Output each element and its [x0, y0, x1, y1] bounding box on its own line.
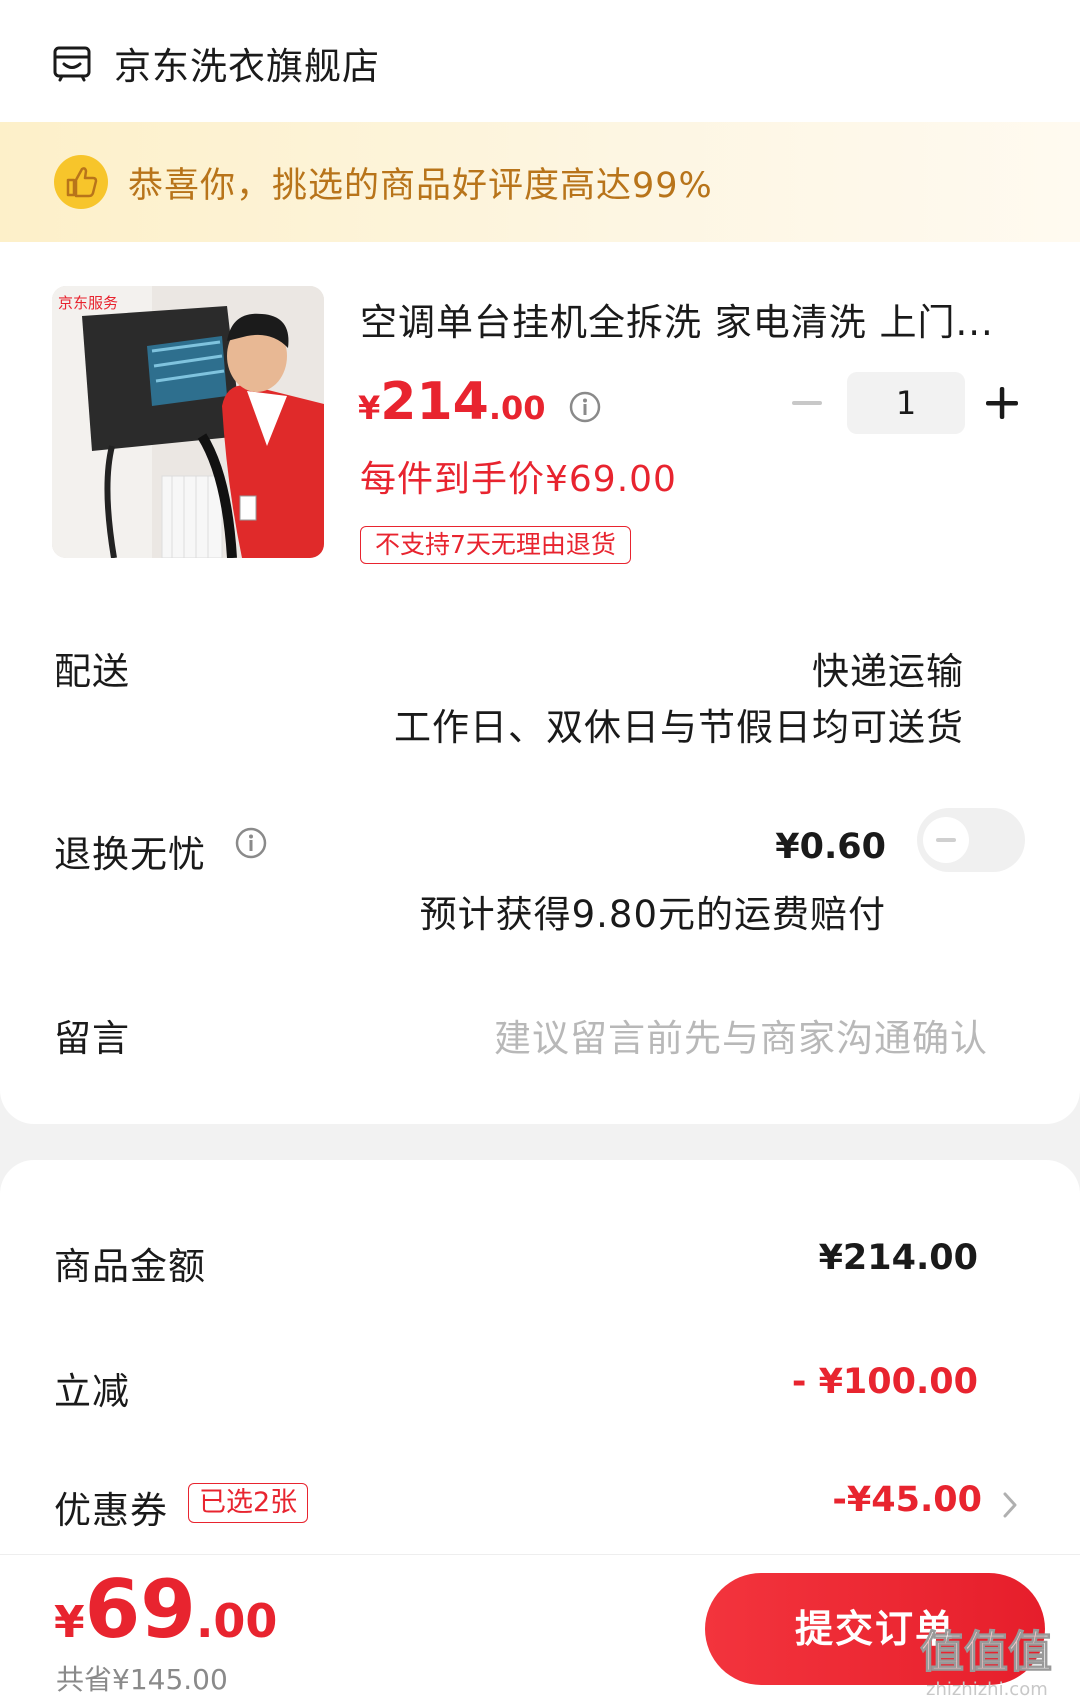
coupon-value[interactable]: -¥45.00 [832, 1480, 982, 1520]
total-integer: 69 [84, 1563, 196, 1656]
watermark-text: 值值值 [920, 1627, 1052, 1678]
watermark-url: zhizhizhi.com [926, 1679, 1048, 1700]
total-saved: 共省¥145.00 [56, 1663, 228, 1696]
store-name: 京东洗衣旗舰店 [114, 45, 380, 88]
rating-banner-text: 恭喜你，挑选的商品好评度高达99% [128, 165, 713, 206]
chevron-right-icon[interactable] [1000, 1488, 1020, 1522]
delivery-label: 配送 [54, 650, 130, 693]
goods-amount-value: ¥214.00 [818, 1238, 978, 1278]
goods-amount-label: 商品金额 [54, 1245, 206, 1288]
delivery-method[interactable]: 快递运输 [812, 641, 964, 695]
info-icon[interactable] [234, 826, 268, 860]
toggle-knob [923, 817, 969, 863]
delivery-note: 工作日、双休日与节假日均可送货 [394, 706, 964, 749]
product-image-brand: 京东服务 [58, 295, 118, 312]
no-return-tag: 不支持7天无理由退货 [360, 526, 631, 564]
info-icon[interactable] [568, 390, 602, 424]
total-price: ¥ 69 .00 [54, 1563, 277, 1656]
product-price: ¥ 214 .00 [358, 372, 602, 442]
price-decimal: .00 [488, 389, 546, 427]
store-header[interactable]: 京东洗衣旗舰店 [52, 38, 380, 88]
order-main-card: 京东洗衣旗舰店 恭喜你，挑选的商品好评度高达99% 京东服务 空调单台挂机全拆洗… [0, 0, 1080, 1124]
instant-discount-value: - ¥100.00 [791, 1362, 978, 1402]
quantity-value[interactable]: 1 [847, 372, 965, 434]
instant-discount-label: 立减 [54, 1370, 130, 1413]
watermark: 值值值 zhizhizhi.com [920, 1627, 1053, 1701]
hand-price: 每件到手价¥69.00 [360, 459, 677, 500]
quantity-stepper: 1 [780, 372, 1020, 434]
thumbs-up-icon [54, 155, 108, 209]
product-image[interactable]: 京东服务 [52, 286, 324, 558]
worry-free-note: 预计获得9.80元的运费赔付 [419, 893, 886, 936]
worry-free-price: ¥0.60 [775, 827, 886, 867]
coupon-count-tag[interactable]: 已选2张 [188, 1483, 309, 1523]
product-title[interactable]: 空调单台挂机全拆洗 家电清洗 上门... [360, 292, 1010, 346]
coupon-label: 优惠券 [54, 1489, 168, 1532]
price-integer: 214 [380, 372, 489, 432]
minus-icon[interactable] [784, 372, 834, 434]
remark-input[interactable]: 建议留言前先与商家沟通确认 [494, 1008, 988, 1062]
total-decimal: .00 [195, 1594, 278, 1648]
checkout-bar: ¥ 69 .00 共省¥145.00 提交订单 值值值 zhizhizhi.co… [0, 1554, 1080, 1703]
worry-free-toggle[interactable] [917, 808, 1025, 872]
total-currency: ¥ [54, 1597, 85, 1648]
remark-label: 留言 [54, 1017, 130, 1060]
price-currency: ¥ [358, 389, 381, 427]
rating-banner: 恭喜你，挑选的商品好评度高达99% [0, 122, 1080, 242]
worry-free-label: 退换无忧 [54, 833, 206, 876]
store-icon [53, 46, 91, 82]
plus-icon[interactable] [980, 372, 1024, 434]
product-photo-illustration: 京东服务 [52, 286, 324, 558]
